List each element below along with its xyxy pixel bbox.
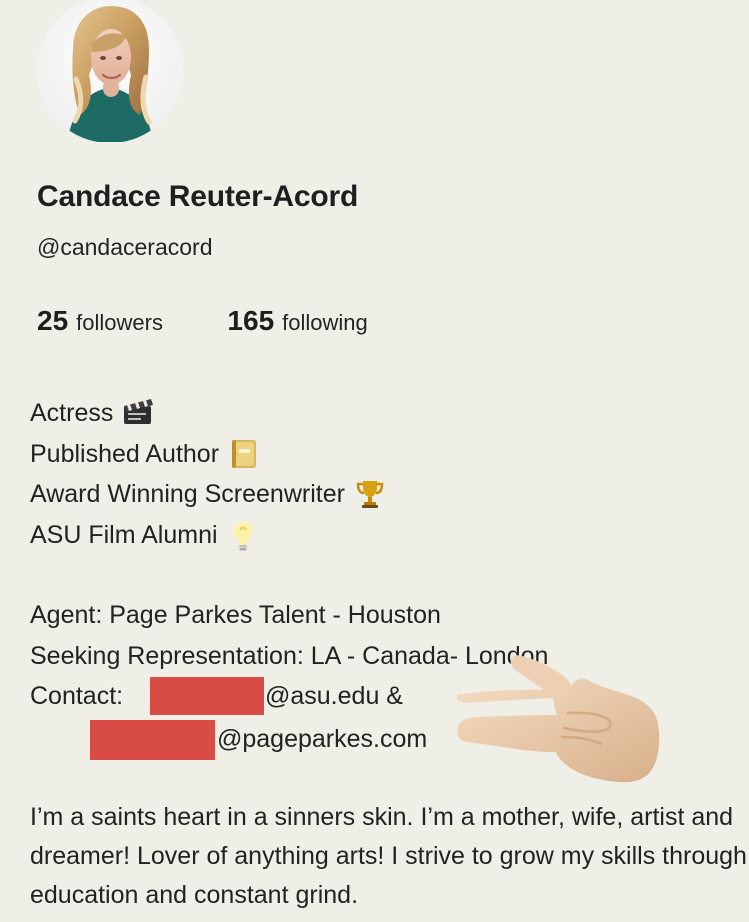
trophy-icon bbox=[353, 477, 387, 511]
bio-line-screenwriter: Award Winning Screenwriter bbox=[30, 474, 387, 515]
contact-line: Contact: bbox=[30, 676, 123, 717]
bio-lines: Actress Published Author Award Winning S… bbox=[30, 393, 387, 555]
agency-info: Agent: Page Parkes Talent - Houston Seek… bbox=[30, 595, 548, 676]
bio-line-label: Published Author bbox=[30, 439, 220, 468]
contact-label: Contact: bbox=[30, 682, 124, 710]
clapper-board-icon bbox=[121, 396, 155, 430]
contact-email-2[interactable]: @pageparkes.com bbox=[217, 719, 427, 760]
bio-paragraph: I’m a saints heart in a sinners skin. I’… bbox=[30, 803, 747, 909]
redaction-box bbox=[90, 720, 215, 760]
bio-line-actress: Actress bbox=[30, 393, 387, 434]
followers-label: followers bbox=[76, 310, 163, 335]
contact-email-1[interactable]: @asu.edu & bbox=[265, 676, 403, 717]
avatar[interactable] bbox=[37, 0, 183, 143]
profile-screen: Candace Reuter-Acord @candaceracord 25 f… bbox=[0, 0, 749, 922]
bio-line-label: ASU Film Alumni bbox=[30, 520, 218, 549]
following-count: 165 bbox=[227, 305, 275, 336]
profile-handle: @candaceracord bbox=[37, 234, 213, 260]
following-label: following bbox=[282, 310, 368, 335]
profile-stats: 25 followers 165 following bbox=[37, 305, 368, 337]
lightbulb-icon bbox=[226, 518, 260, 552]
bio-line-label: Actress bbox=[30, 399, 114, 427]
following-stat[interactable]: 165 following bbox=[227, 305, 367, 337]
seeking-representation-line: Seeking Representation: LA - Canada- Lon… bbox=[30, 641, 549, 670]
redaction-box bbox=[150, 677, 264, 715]
followers-stat[interactable]: 25 followers bbox=[37, 305, 163, 337]
followers-count: 25 bbox=[37, 305, 69, 336]
bio-line-alumni: ASU Film Alumni bbox=[30, 515, 387, 556]
notebook-icon bbox=[227, 437, 261, 471]
bio-line-author: Published Author bbox=[30, 434, 387, 475]
agent-line: Agent: Page Parkes Talent - Houston bbox=[30, 601, 441, 629]
bio-line-label: Award Winning Screenwriter bbox=[30, 480, 345, 508]
profile-name: Candace Reuter-Acord bbox=[37, 180, 359, 213]
